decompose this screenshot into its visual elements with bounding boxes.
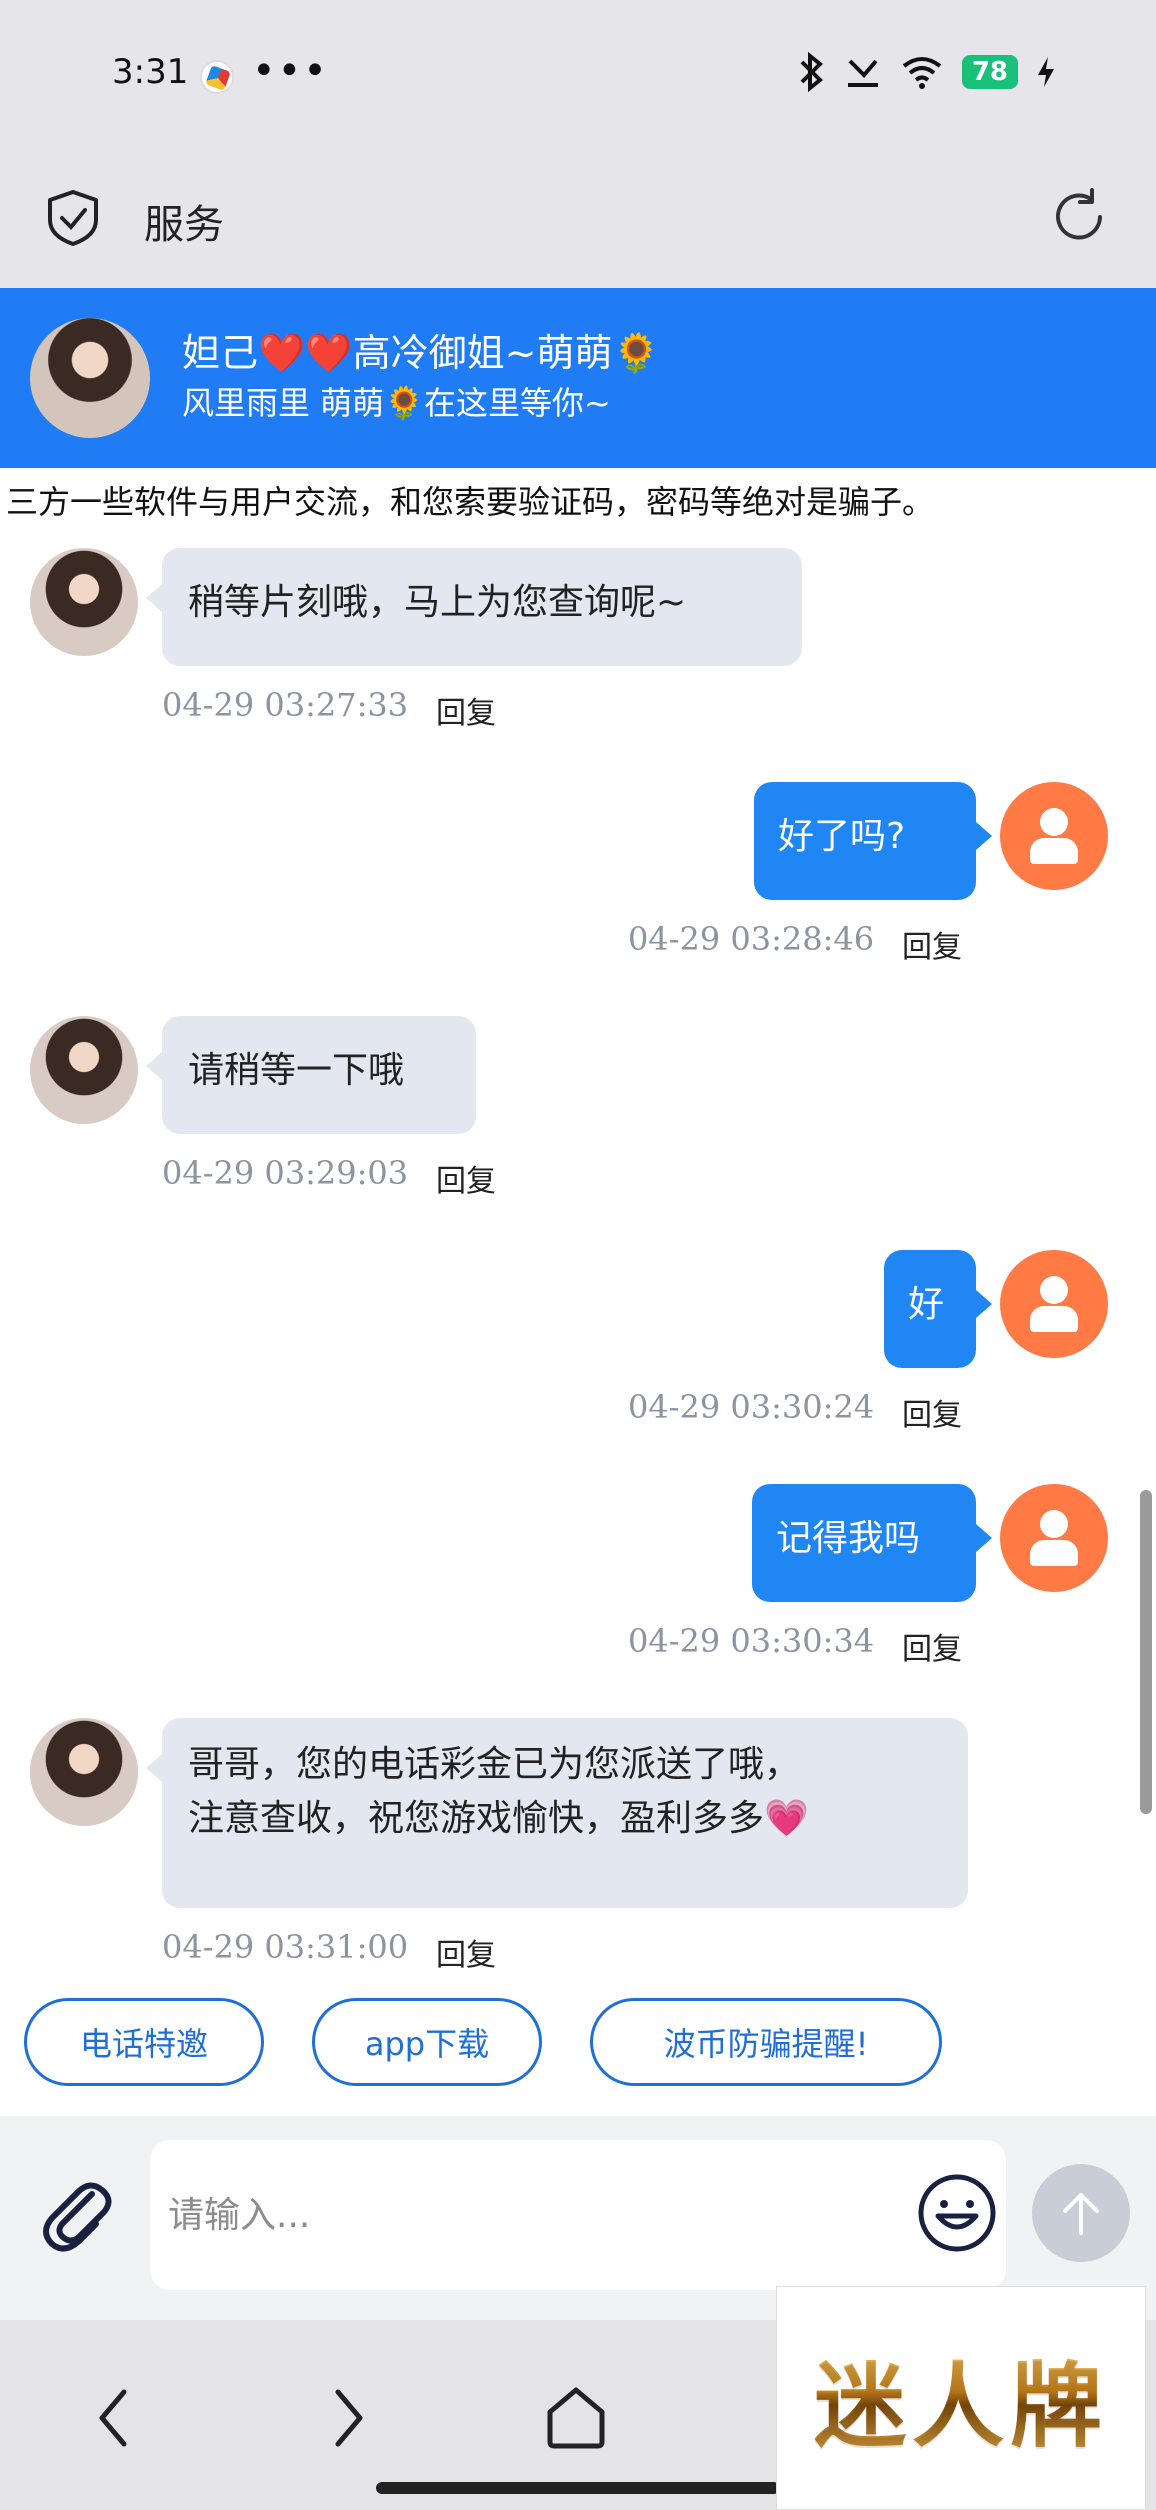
agent-avatar (30, 1016, 138, 1124)
page-title: 服务 (144, 202, 224, 248)
scrollbar[interactable] (1140, 1490, 1152, 1814)
quick-action-app-download[interactable]: app下载 (312, 1998, 542, 2086)
message-timestamp: 04-29 03:30:24 (628, 1388, 875, 1426)
message-text-line: 哥哥，您的电话彩金已为您派送了哦， (188, 1744, 801, 1785)
quick-action-fraud-warning[interactable]: 波币防骗提醒! (590, 1998, 942, 2086)
more-notifications-icon: ••• (252, 48, 329, 94)
brand-logo-text: 迷人牌 (814, 2332, 1108, 2465)
message-bubble-agent: 请稍等一下哦 (146, 1016, 476, 1134)
message-bubble-agent: 稍等片刻哦，马上为您查询呢~ (146, 548, 802, 666)
chat-area[interactable]: 稍等片刻哦，马上为您查询呢~ 04-29 03:27:33 回复 好了吗? 04… (0, 536, 1156, 1968)
reply-button[interactable]: 回复 (902, 922, 962, 966)
brand-watermark: 迷人牌 (776, 2286, 1146, 2510)
app-notification-icon (200, 60, 234, 94)
app-header: 服务 (0, 150, 1156, 288)
message-bubble-user: 好 (884, 1250, 992, 1368)
user-icon (1040, 808, 1068, 836)
reply-button[interactable]: 回复 (436, 1930, 496, 1968)
anti-fraud-notice: 三方一些软件与用户交流，和您索要验证码，密码等绝对是骗子。 (0, 468, 1156, 536)
message-timestamp: 04-29 03:30:34 (628, 1622, 875, 1660)
agent-avatar (30, 318, 150, 438)
agent-banner: 妲己❤️❤️高冷御姐~萌萌🌻 风里雨里 萌萌🌻在这里等你~ (0, 288, 1156, 468)
user-avatar (1000, 782, 1108, 890)
home-indicator[interactable] (376, 2482, 780, 2494)
emoji-icon[interactable] (916, 2172, 998, 2254)
nfc-signal-icon (847, 59, 878, 87)
message-timestamp: 04-29 03:31:00 (162, 1928, 409, 1966)
wifi-icon (902, 57, 942, 89)
user-icon (1040, 1510, 1068, 1538)
reply-button[interactable]: 回复 (902, 1390, 962, 1434)
message-bubble-user: 好了吗? (754, 782, 992, 900)
user-avatar (1000, 1484, 1108, 1592)
bluetooth-icon (800, 52, 823, 92)
user-icon (1040, 1276, 1068, 1304)
forward-icon[interactable] (306, 2378, 386, 2458)
agent-avatar (30, 1718, 138, 1826)
reply-button[interactable]: 回复 (436, 1156, 496, 1200)
message-timestamp: 04-29 03:27:33 (162, 686, 409, 724)
status-bar: 3:31 ••• 78 (0, 0, 1156, 150)
status-icons: 78 (796, 52, 1056, 92)
charging-icon (1038, 57, 1054, 87)
message-input[interactable] (150, 2140, 1006, 2290)
arrow-up-icon (1063, 2193, 1099, 2235)
reply-button[interactable]: 回复 (902, 1624, 962, 1668)
quick-actions-bar: 电话特邀 app下载 波币防骗提醒! (0, 1968, 1156, 2116)
home-icon[interactable] (536, 2378, 616, 2458)
agent-tagline: 风里雨里 萌萌🌻在这里等你~ (182, 384, 611, 422)
message-bubble-agent: 哥哥，您的电话彩金已为您派送了哦， 注意查收，祝您游戏愉快，盈利多多💗 (146, 1718, 968, 1908)
user-avatar (1000, 1250, 1108, 1358)
reply-button[interactable]: 回复 (436, 688, 496, 732)
agent-avatar (30, 548, 138, 656)
back-icon[interactable] (76, 2378, 156, 2458)
message-text-line: 注意查收，祝您游戏愉快，盈利多多💗 (188, 1798, 809, 1839)
send-button[interactable] (1032, 2164, 1130, 2262)
quick-action-phone-invite[interactable]: 电话特邀 (24, 1998, 264, 2086)
status-time: 3:31 (112, 52, 189, 92)
paperclip-icon[interactable] (34, 2172, 118, 2256)
refresh-icon[interactable] (1048, 186, 1110, 248)
message-bubble-user: 记得我吗 (752, 1484, 992, 1602)
message-timestamp: 04-29 03:28:46 (628, 920, 875, 958)
agent-name: 妲己❤️❤️高冷御姐~萌萌🌻 (182, 331, 660, 375)
shield-check-icon[interactable] (44, 188, 102, 248)
message-timestamp: 04-29 03:29:03 (162, 1154, 409, 1192)
battery-indicator: 78 (961, 55, 1018, 89)
